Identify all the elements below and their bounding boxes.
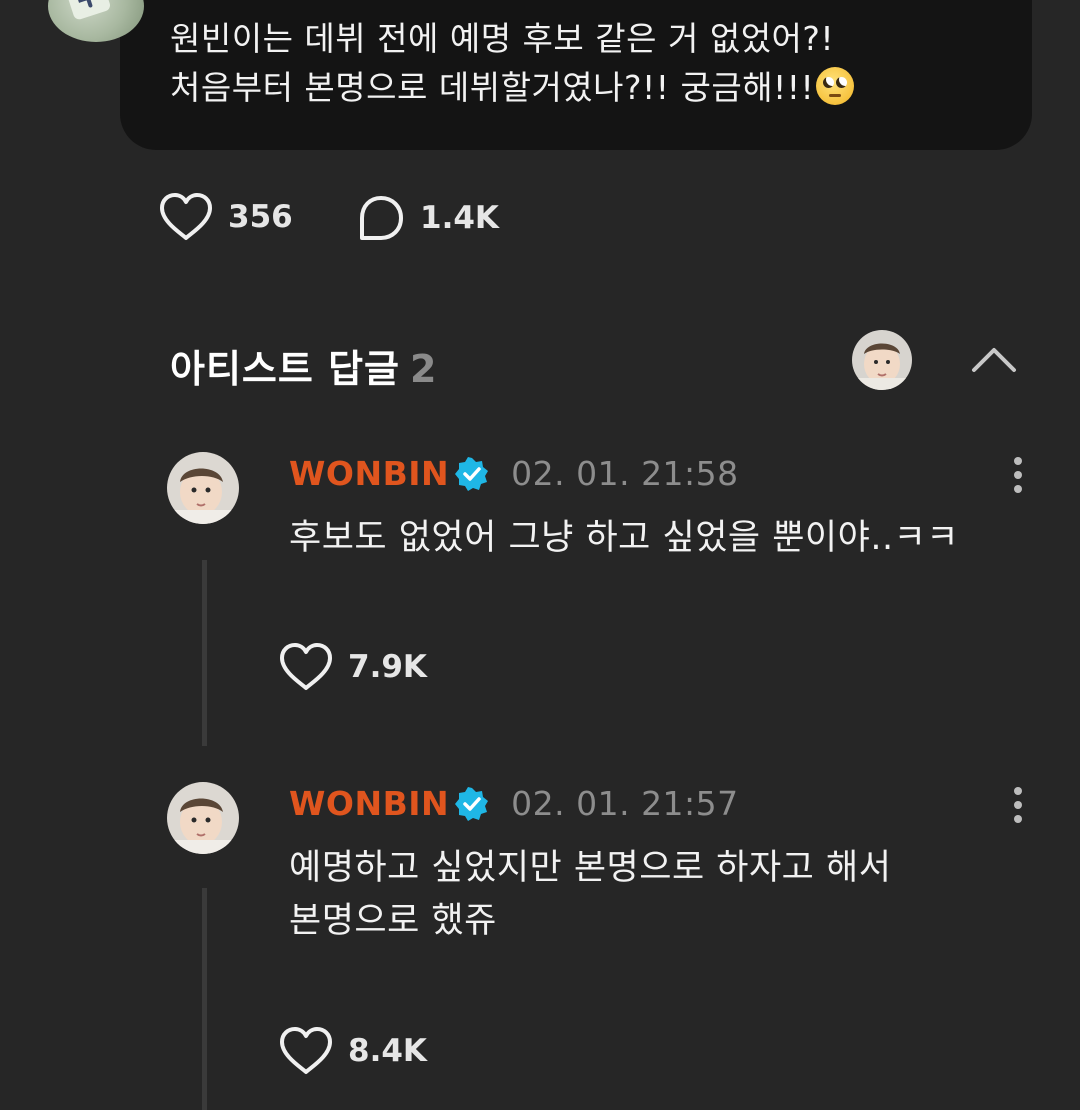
post-text: 원빈이는 데뷔 전에 예명 후보 같은 거 없었어?! 처음부터 본명으로 데뷔… bbox=[170, 14, 1010, 112]
reply-like-count: 8.4K bbox=[348, 1033, 427, 1069]
reply-header: WONBIN 02. 01. 21:57 bbox=[289, 784, 739, 823]
reply-like-button[interactable]: 7.9K bbox=[278, 642, 427, 692]
baby-photo-icon bbox=[167, 782, 239, 854]
post-like-count: 356 bbox=[228, 199, 293, 235]
artist-name[interactable]: WONBIN bbox=[289, 784, 449, 823]
reply-avatar[interactable] bbox=[167, 452, 239, 524]
post-like-button[interactable]: 356 bbox=[158, 192, 293, 242]
heart-icon bbox=[160, 193, 212, 240]
artist-replies-count: 2 bbox=[410, 347, 438, 391]
reply-timestamp: 02. 01. 21:58 bbox=[511, 454, 739, 493]
more-options-button[interactable] bbox=[1000, 784, 1036, 828]
more-options-button[interactable] bbox=[1000, 454, 1036, 498]
more-vertical-icon bbox=[1014, 457, 1022, 493]
reply-like-count: 7.9K bbox=[348, 649, 427, 685]
verified-badge-icon bbox=[455, 787, 489, 821]
more-vertical-icon bbox=[1014, 787, 1022, 823]
reply-header: WONBIN 02. 01. 21:58 bbox=[289, 454, 739, 493]
verified-badge-icon bbox=[455, 457, 489, 491]
comment-bubble-icon bbox=[360, 196, 403, 240]
reply-text: 예명하고 싶었지만 본명으로 하자고 해서 본명으로 했쥬 bbox=[289, 842, 1019, 948]
reply-like-button[interactable]: 8.4K bbox=[278, 1026, 427, 1076]
baby-photo-icon bbox=[852, 330, 912, 390]
reply-timestamp: 02. 01. 21:57 bbox=[511, 784, 739, 823]
reply-avatar[interactable] bbox=[167, 782, 239, 854]
eye-roll-emoji-icon bbox=[816, 67, 855, 105]
thread-line bbox=[202, 888, 207, 1110]
post-comment-count: 1.4K bbox=[420, 200, 499, 236]
heart-icon bbox=[280, 643, 332, 690]
baby-photo-icon bbox=[167, 452, 239, 524]
artist-name[interactable]: WONBIN bbox=[289, 454, 449, 493]
post-text-line-2: 처음부터 본명으로 데뷔할거였나?!! 궁금해!!! bbox=[170, 63, 1010, 112]
thread-line bbox=[202, 560, 207, 746]
heart-icon bbox=[280, 1027, 332, 1074]
post-comment-button[interactable]: 1.4K bbox=[356, 194, 499, 242]
artist-avatar-small[interactable] bbox=[852, 330, 912, 390]
reply-text-line-2: 본명으로 했쥬 bbox=[289, 901, 497, 941]
reply-text: 후보도 없었어 그냥 하고 싶었을 뿐이야..ㅋㅋ bbox=[289, 518, 959, 558]
avatar-sticker bbox=[62, 0, 112, 21]
post-text-line-1: 원빈이는 데뷔 전에 예명 후보 같은 거 없었어?! bbox=[170, 19, 835, 58]
collapse-button[interactable] bbox=[966, 338, 1022, 382]
reply-text-line-1: 예명하고 싶었지만 본명으로 하자고 해서 bbox=[289, 848, 892, 888]
chevron-up-icon bbox=[972, 348, 1016, 372]
artist-replies-title: 아티스트 답글 2 bbox=[170, 347, 438, 391]
